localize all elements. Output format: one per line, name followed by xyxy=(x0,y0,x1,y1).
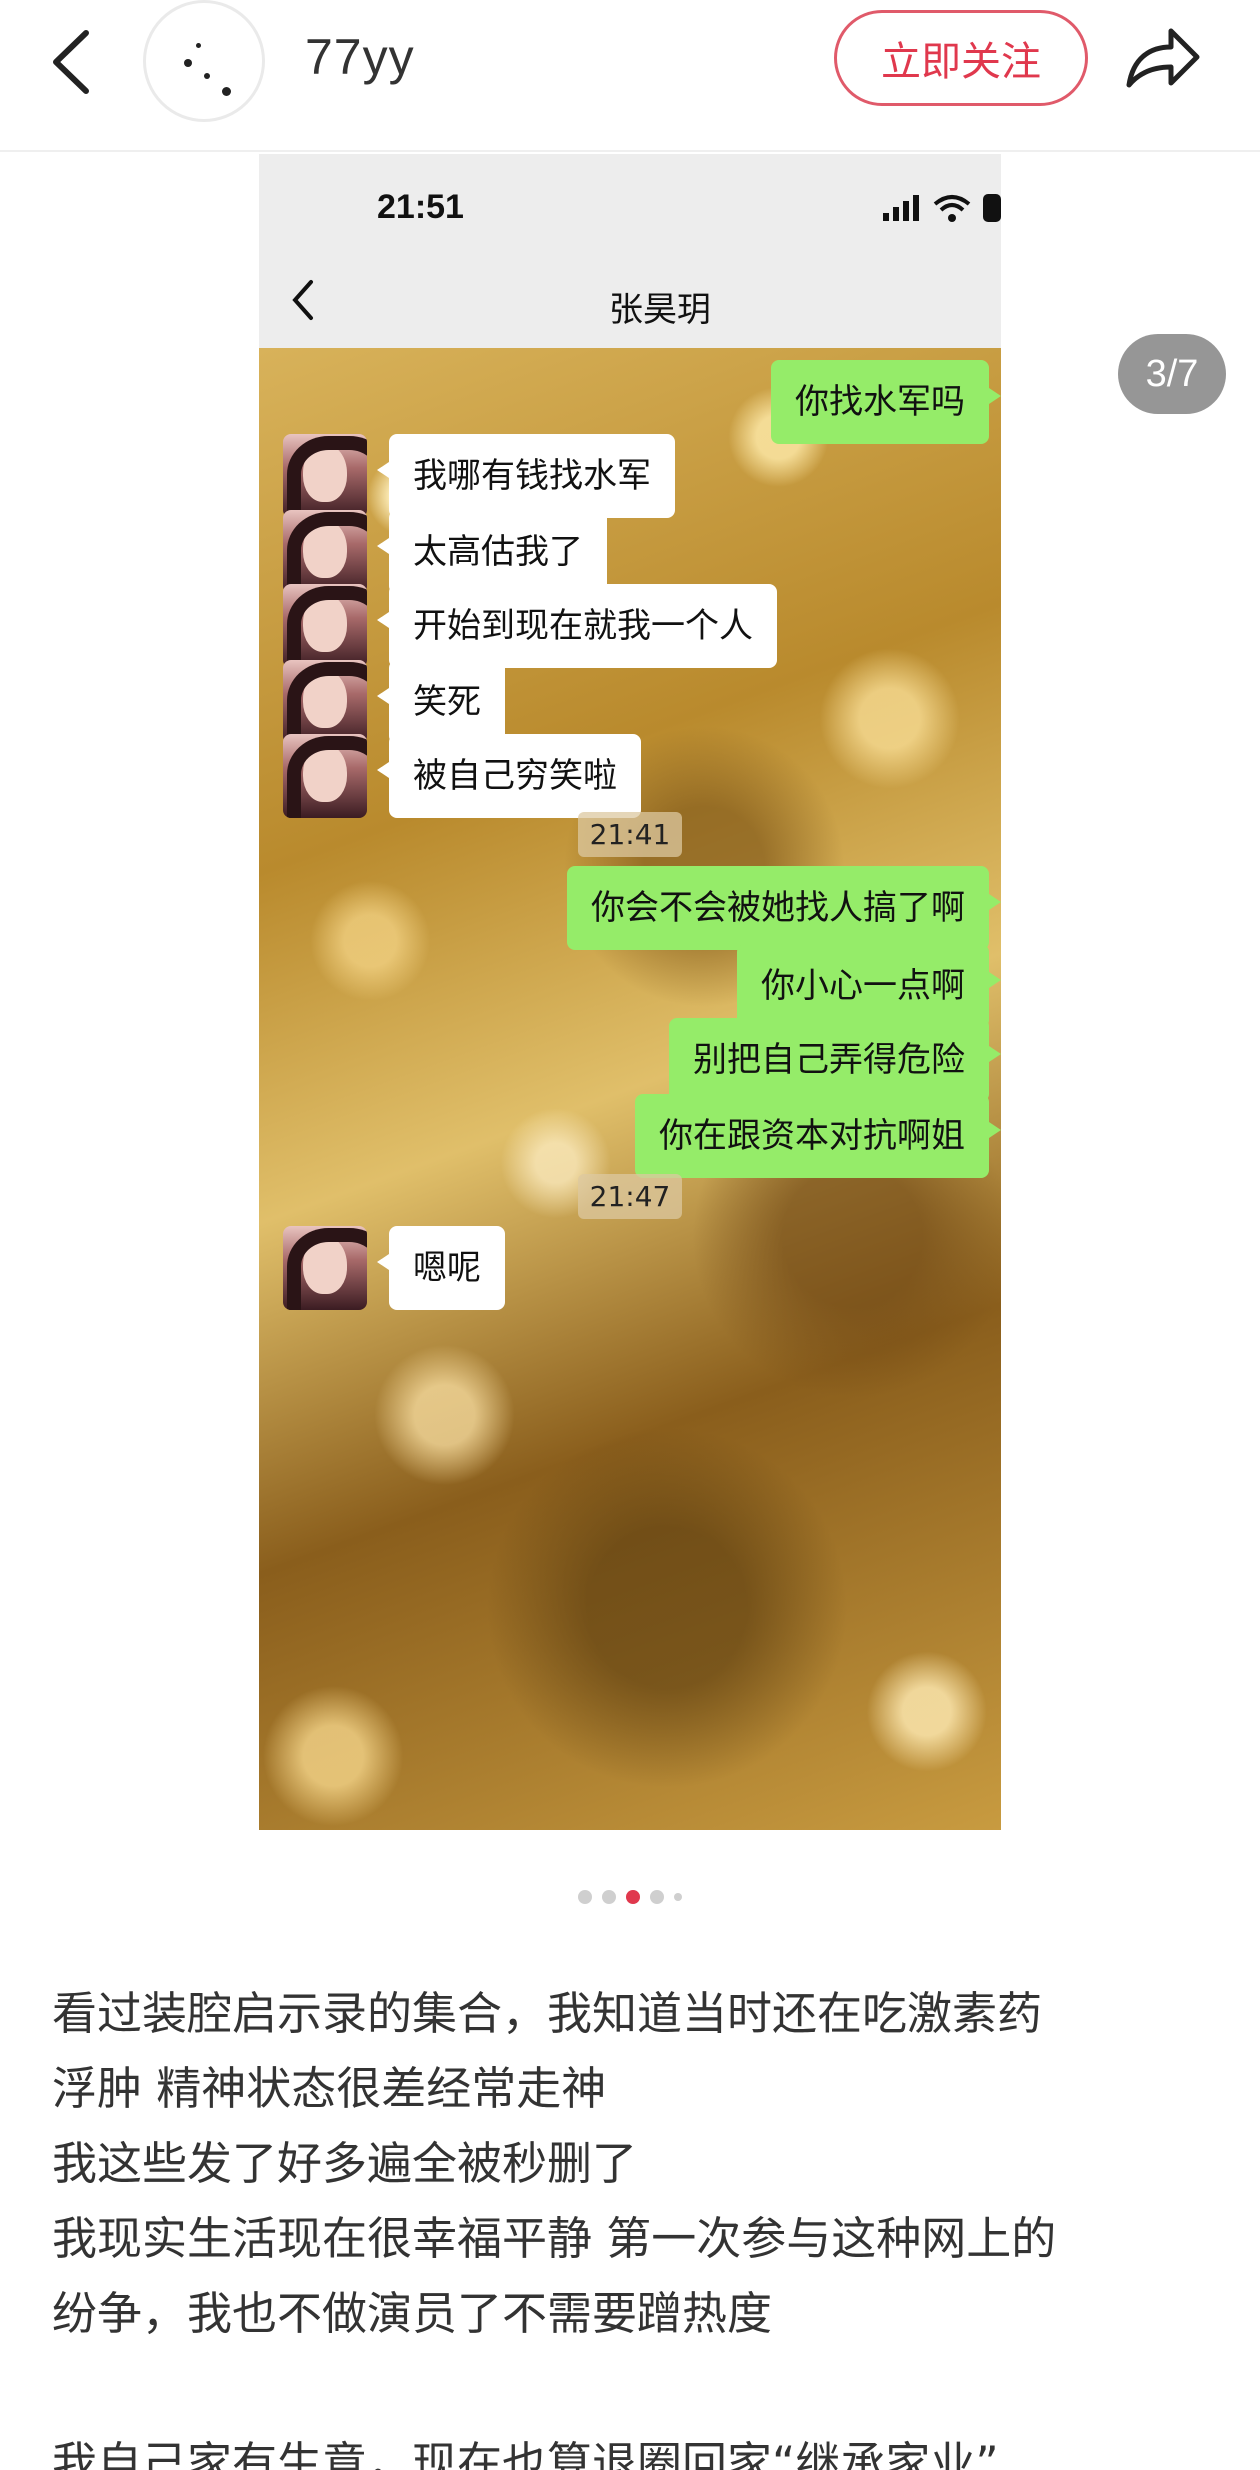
message-bubble: 太高估我了 xyxy=(377,510,607,594)
post-text-line: 我这些发了好多遍全被秒删了 xyxy=(52,2137,638,2190)
post-text-line: 我现实生活现在很幸福平静 第一次参与这种网上的 xyxy=(52,2212,1057,2265)
pagination-dot[interactable] xyxy=(578,1890,592,1904)
message-bubble: 笑死 xyxy=(377,660,505,744)
wifi-icon xyxy=(933,195,971,222)
contact-avatar xyxy=(283,1226,367,1310)
message-bubble: 开始到现在就我一个人 xyxy=(377,584,777,668)
incoming-message: 我哪有钱找水军 xyxy=(283,434,675,518)
post-text-line: 我自己家有生意，现在也算退圈回家“继承家业” xyxy=(52,2437,999,2470)
chat-background: 你找水军吗我哪有钱找水军 太高估我了 开始到现在就我一个人 笑死 被自己穷笑啦你会不会被… xyxy=(259,348,1001,1830)
image-carousel[interactable]: 21:51 张昊玥 你找水军吗 我哪有钱找水军 太高估我了开始到现在就我一个人 … xyxy=(0,154,1260,1854)
incoming-message: 太高估我了 xyxy=(283,510,607,594)
contact-avatar xyxy=(283,584,367,668)
message-bubble: 你找水军吗 xyxy=(771,360,1001,444)
chat-timestamp: 21:47 xyxy=(259,1174,1001,1219)
chat-title: 张昊玥 xyxy=(609,290,711,330)
signal-icon xyxy=(883,195,919,221)
chevron-left-icon xyxy=(53,30,89,94)
outgoing-message: 你小心一点啊 xyxy=(737,944,1001,1028)
post-text-line: 看过装腔启示录的集合，我知道当时还在吃激素药 xyxy=(52,1987,1043,2040)
incoming-message: 被自己穷笑啦 xyxy=(283,734,641,818)
message-bubble: 我哪有钱找水军 xyxy=(377,434,675,518)
incoming-message: 笑死 xyxy=(283,660,505,744)
author-avatar[interactable] xyxy=(143,0,265,122)
contact-avatar xyxy=(283,510,367,594)
chat-timestamp: 21:41 xyxy=(259,812,1001,857)
post-body: 看过装腔启示录的集合，我知道当时还在吃激素药 浮肿 精神状态很差经常走神 我这些发了… xyxy=(52,1976,1222,2470)
chat-screenshot: 21:51 张昊玥 你找水军吗 我哪有钱找水军 太高估我了开始到现在就我一个人 … xyxy=(259,154,1001,1830)
back-button[interactable] xyxy=(40,22,100,102)
contact-avatar xyxy=(283,734,367,818)
post-text-line: 纷争，我也不做演员了不需要蹭热度 xyxy=(52,2287,773,2340)
image-counter-badge: 3/7 xyxy=(1118,334,1226,414)
outgoing-message: 别把自己弄得危险 xyxy=(669,1018,1001,1102)
pagination-dot[interactable] xyxy=(650,1890,664,1904)
outgoing-message: 你找水军吗 xyxy=(771,360,1001,444)
outgoing-message: 你在跟资本对抗啊姐 xyxy=(635,1094,1001,1178)
message-bubble: 嗯呢 xyxy=(377,1226,505,1310)
battery-icon xyxy=(983,194,1001,222)
phone-header: 21:51 张昊玥 xyxy=(259,154,1001,348)
share-button[interactable] xyxy=(1120,18,1206,98)
message-bubble: 被自己穷笑啦 xyxy=(377,734,641,818)
outgoing-message: 你会不会被她找人搞了啊 xyxy=(567,866,1001,950)
message-bubble: 你会不会被她找人搞了啊 xyxy=(567,866,1001,950)
pagination-dot[interactable] xyxy=(626,1890,640,1904)
follow-button[interactable]: 立即关注 xyxy=(834,10,1088,106)
incoming-message: 嗯呢 xyxy=(283,1226,505,1310)
share-icon xyxy=(1126,28,1200,88)
post-text-line: 浮肿 精神状态很差经常走神 xyxy=(52,2062,607,2115)
phone-status-time: 21:51 xyxy=(377,188,464,226)
message-bubble: 别把自己弄得危险 xyxy=(669,1018,1001,1102)
author-username[interactable]: 77yy xyxy=(305,28,415,86)
phone-status-icons xyxy=(883,194,1001,222)
pagination-dot[interactable] xyxy=(602,1890,616,1904)
pagination-dot[interactable] xyxy=(674,1893,682,1901)
message-bubble: 你在跟资本对抗啊姐 xyxy=(635,1094,1001,1178)
contact-avatar xyxy=(283,434,367,518)
incoming-message: 开始到现在就我一个人 xyxy=(283,584,777,668)
message-bubble: 你小心一点啊 xyxy=(737,944,1001,1028)
post-text-line xyxy=(52,2351,1222,2426)
top-bar: 77yy 立即关注 xyxy=(0,0,1260,152)
contact-avatar xyxy=(283,660,367,744)
carousel-pagination xyxy=(0,1890,1260,1904)
